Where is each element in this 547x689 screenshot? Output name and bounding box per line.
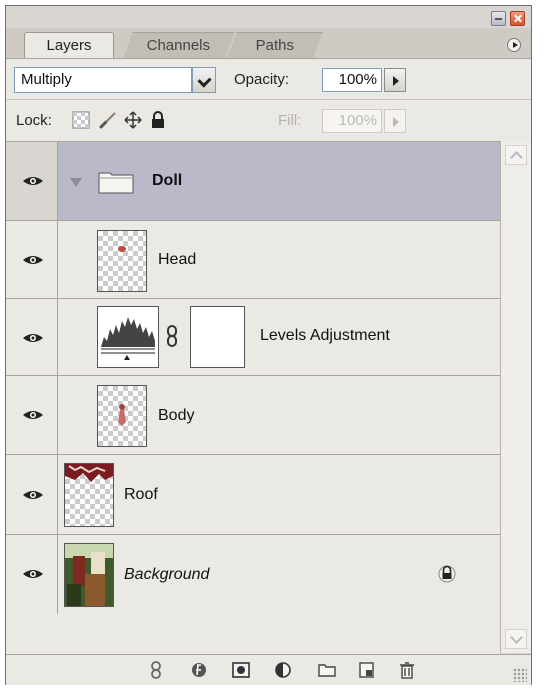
- layer-name-roof: Roof: [124, 486, 158, 503]
- disclosure-triangle-icon[interactable]: [70, 178, 82, 187]
- visibility-toggle[interactable]: [6, 142, 58, 220]
- brush-icon[interactable]: [98, 111, 116, 129]
- layer-row-background[interactable]: Background: [6, 535, 500, 614]
- layer-name-body: Body: [158, 407, 195, 424]
- layer-thumbnail-roof: [64, 463, 114, 527]
- opacity-input[interactable]: 100%: [322, 68, 382, 92]
- chain-link-icon[interactable]: [166, 325, 178, 347]
- layer-thumbnail-background: [64, 543, 114, 607]
- adjustment-layer-icon[interactable]: [274, 661, 292, 679]
- tab-paths[interactable]: Paths: [227, 32, 323, 58]
- layer-mask-thumbnail[interactable]: [190, 306, 245, 368]
- visibility-toggle[interactable]: [6, 535, 58, 614]
- minimize-button[interactable]: [491, 11, 506, 26]
- lock-label: Lock:: [16, 112, 52, 129]
- panel-titlebar: [6, 6, 531, 28]
- levels-histogram-icon: [97, 306, 159, 368]
- layers-list: Doll Head Levels Adjustment Body Roof Ba…: [6, 141, 500, 654]
- layer-name-head: Head: [158, 251, 197, 268]
- eye-icon: [23, 411, 43, 419]
- visibility-toggle[interactable]: [6, 221, 58, 298]
- layer-name-background: Background: [124, 566, 210, 583]
- tab-channels[interactable]: Channels: [123, 32, 235, 58]
- tab-layers[interactable]: Layers: [24, 32, 114, 58]
- visibility-toggle[interactable]: [6, 455, 58, 534]
- visibility-toggle[interactable]: [6, 376, 58, 454]
- new-group-icon[interactable]: [318, 661, 336, 679]
- new-layer-icon[interactable]: [358, 661, 376, 679]
- lock-transparent-pixels-icon[interactable]: [72, 111, 90, 129]
- layers-panel: Layers Channels Paths Multiply Opacity: …: [5, 5, 532, 685]
- opacity-slider-button[interactable]: [384, 68, 406, 92]
- layer-mask-icon[interactable]: [232, 661, 250, 679]
- folder-icon: [98, 172, 134, 194]
- fill-label: Fill:: [278, 112, 302, 129]
- chevron-down-icon[interactable]: [192, 67, 216, 93]
- eye-icon: [23, 491, 43, 499]
- panel-menu-button[interactable]: [507, 38, 521, 52]
- close-button[interactable]: [510, 11, 525, 26]
- layer-row-levels-adjustment[interactable]: Levels Adjustment: [6, 299, 500, 376]
- eye-icon: [23, 334, 43, 342]
- scroll-down-button[interactable]: [505, 629, 527, 649]
- lock-all-icon[interactable]: [150, 111, 168, 129]
- layer-row-head[interactable]: Head: [6, 221, 500, 299]
- eye-icon: [23, 177, 43, 185]
- link-layers-icon[interactable]: [147, 661, 165, 679]
- blend-mode-select[interactable]: Multiply: [14, 67, 192, 93]
- layer-name-levels-adjustment: Levels Adjustment: [260, 327, 390, 344]
- blend-options-bar: Multiply Opacity: 100%: [6, 59, 531, 99]
- padlock-icon: [438, 565, 456, 583]
- layer-thumbnail-head: [97, 230, 147, 292]
- opacity-label: Opacity:: [234, 71, 290, 88]
- resize-grip[interactable]: [513, 668, 527, 682]
- layer-thumbnail-body: [97, 385, 147, 447]
- fill-slider-button[interactable]: [384, 109, 406, 133]
- eye-icon: [23, 570, 43, 578]
- fill-input[interactable]: 100%: [322, 109, 382, 133]
- layer-row-doll[interactable]: Doll: [6, 142, 500, 221]
- eye-icon: [23, 256, 43, 264]
- lock-options-bar: Lock: Fill: 100%: [6, 99, 531, 141]
- panel-footer: [6, 654, 531, 685]
- layer-style-icon[interactable]: [190, 661, 208, 679]
- trash-icon[interactable]: [398, 661, 416, 679]
- visibility-toggle[interactable]: [6, 299, 58, 375]
- layer-name-doll: Doll: [152, 172, 183, 189]
- layers-scrollbar[interactable]: [500, 141, 531, 653]
- tab-channels-label: Channels: [146, 37, 211, 54]
- layer-row-roof[interactable]: Roof: [6, 455, 500, 535]
- scroll-up-button[interactable]: [505, 145, 527, 165]
- tab-paths-label: Paths: [255, 37, 294, 54]
- move-icon[interactable]: [124, 111, 142, 129]
- tab-layers-label: Layers: [46, 37, 92, 54]
- layer-row-body[interactable]: Body: [6, 376, 500, 455]
- panel-tabs: Layers Channels Paths: [6, 28, 531, 59]
